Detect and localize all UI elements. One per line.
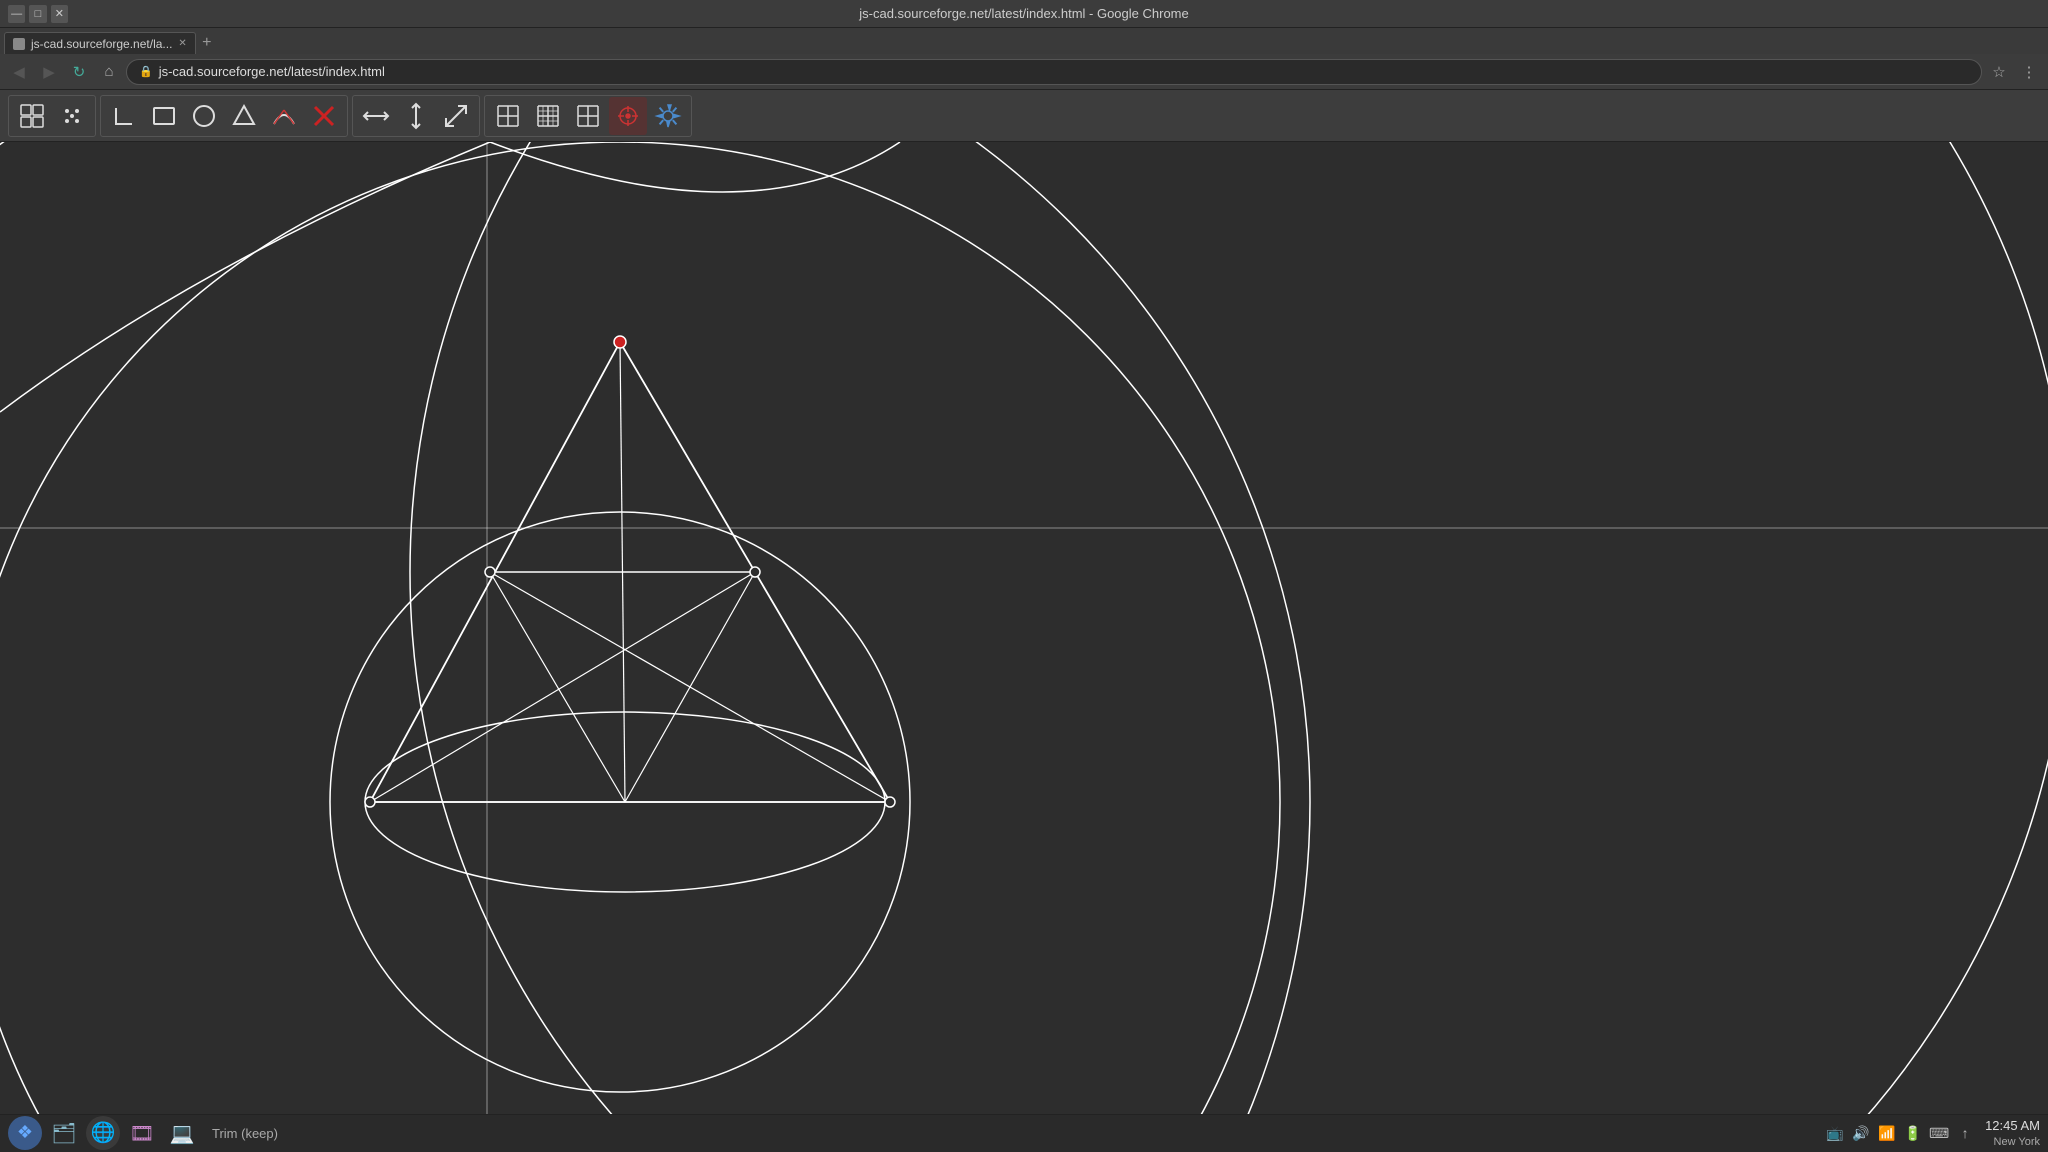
delete-tool[interactable] [305,97,343,135]
media-button[interactable]: 🎞 [124,1116,160,1152]
navigation-bar: ◀ ▶ ↻ ⌂ 🔒 js-cad.sourceforge.net/latest/… [0,54,2048,90]
network-icon[interactable]: 📶 [1877,1123,1897,1143]
cad-toolbar [0,90,2048,142]
address-bar[interactable]: 🔒 js-cad.sourceforge.net/latest/index.ht… [126,59,1982,85]
dimension-tool-group [352,95,480,137]
clock: 12:45 AM New York [1985,1117,2040,1151]
refresh-button[interactable]: ↻ [66,59,92,85]
terminal-button[interactable]: 💻 [164,1116,200,1152]
status-bar: ❖ 🗂 🌐 🎞 💻 Trim (keep) 📺 🔊 📶 🔋 ⌨ ↑ [0,1114,2048,1152]
files-button[interactable]: 🗂 [46,1116,82,1152]
draw-tool-group [100,95,348,137]
vert-dimension-tool[interactable] [397,97,435,135]
tab-bar: js-cad.sourceforge.net/la... ✕ + [0,28,2048,54]
tab-favicon [13,38,25,50]
grid-tool-1[interactable] [489,97,527,135]
window-title: js-cad.sourceforge.net/latest/index.html… [68,6,1980,21]
dots-snap-tool[interactable] [53,97,91,135]
home-snap-tool[interactable] [13,97,51,135]
update-icon[interactable]: ↑ [1955,1123,1975,1143]
maximize-button[interactable]: □ [29,5,46,23]
triangle-tool[interactable] [225,97,263,135]
title-bar: — □ ✕ js-cad.sourceforge.net/latest/inde… [0,0,2048,28]
cad-canvas-area[interactable] [0,142,2048,1152]
tab-close-button[interactable]: ✕ [178,38,186,49]
grid-tool-2[interactable] [529,97,567,135]
rect-tool[interactable] [145,97,183,135]
horiz-dimension-tool[interactable] [357,97,395,135]
new-tab-button[interactable]: + [196,32,218,54]
back-button[interactable]: ◀ [6,59,32,85]
grid-tool-3[interactable] [569,97,607,135]
status-message: Trim (keep) [212,1126,278,1141]
battery-icon[interactable]: 🔋 [1903,1123,1923,1143]
clock-location: New York [1985,1135,2040,1150]
taskbar-right: 📺 🔊 📶 🔋 ⌨ ↑ 12:45 AM New York [1825,1117,2040,1151]
grid-tool-group [484,95,692,137]
home-button[interactable]: ⌂ [96,59,122,85]
audio-icon[interactable]: 🔊 [1851,1123,1871,1143]
kde-menu-button[interactable]: ❖ [8,1116,42,1150]
system-tray: 📺 🔊 📶 🔋 ⌨ ↑ [1825,1123,1975,1143]
address-text: js-cad.sourceforge.net/latest/index.html [159,64,385,79]
menu-button[interactable]: ⋮ [2016,59,2042,85]
circle-tool[interactable] [185,97,223,135]
curve-tool[interactable] [265,97,303,135]
bookmark-button[interactable]: ☆ [1986,59,2012,85]
cad-drawing [0,142,2048,1152]
snap-tool-group [8,95,96,137]
taskbar-apps: ❖ 🗂 🌐 🎞 💻 [8,1116,200,1152]
browser-tab[interactable]: js-cad.sourceforge.net/la... ✕ [4,32,196,54]
close-button[interactable]: ✕ [51,5,68,23]
angle-tool[interactable] [105,97,143,135]
clock-time: 12:45 AM [1985,1117,2040,1135]
browser-button[interactable]: 🌐 [86,1116,120,1150]
minimize-button[interactable]: — [8,5,25,23]
display-icon[interactable]: 📺 [1825,1123,1845,1143]
diag-dimension-tool[interactable] [437,97,475,135]
keyboard-icon[interactable]: ⌨ [1929,1123,1949,1143]
tab-label: js-cad.sourceforge.net/la... [31,37,172,51]
forward-button[interactable]: ▶ [36,59,62,85]
cursor-snap-tool[interactable] [609,97,647,135]
settings-tool[interactable] [649,97,687,135]
security-icon: 🔒 [139,65,153,78]
